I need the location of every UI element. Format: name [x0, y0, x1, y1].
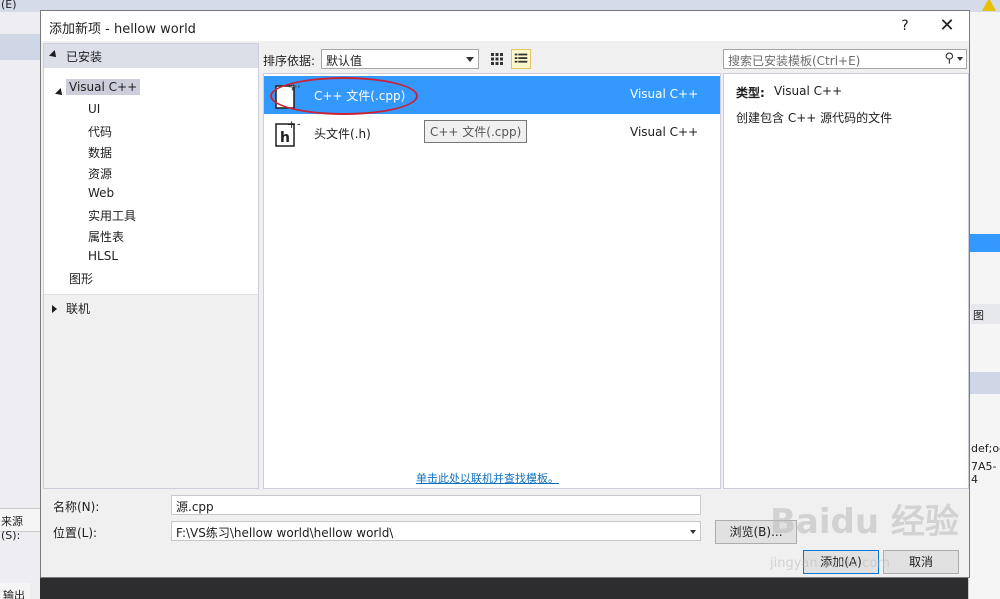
- ide-toolbar: [0, 34, 40, 60]
- watermark-logo: Baidu 经验: [770, 502, 959, 542]
- close-button[interactable]: ✕: [933, 14, 961, 38]
- baidu-watermark: Baidu 经验 jingyan.baidu.com: [770, 488, 990, 588]
- svg-text:++: ++: [287, 118, 300, 131]
- installed-header[interactable]: 已安装: [44, 44, 258, 68]
- type-label: 类型:: [736, 86, 765, 100]
- ide-right-selection: [969, 234, 1000, 252]
- ide-menu-edit[interactable]: (E): [1, 0, 17, 11]
- template-language: Visual C++: [630, 125, 699, 139]
- sort-dropdown[interactable]: 默认值: [321, 49, 479, 69]
- location-value: F:\VS练习\hellow world\hellow world\: [176, 526, 394, 540]
- type-value: Visual C++: [774, 84, 843, 98]
- ide-left-strip: 来源(S): 输出: [0, 12, 40, 599]
- annotation-circle: [270, 77, 418, 115]
- ide-right-text2: 7A5-4: [971, 460, 997, 486]
- search-placeholder: 搜索已安装模板(Ctrl+E): [728, 54, 861, 68]
- help-button[interactable]: ?: [893, 16, 917, 36]
- name-field[interactable]: 源.cpp: [171, 495, 701, 515]
- chevron-down-icon: [466, 57, 474, 62]
- tree-item-hlsl[interactable]: HLSL: [88, 249, 118, 263]
- dialog-titlebar[interactable]: 添加新项 - hellow world ? ✕: [41, 11, 969, 41]
- template-cpp-file[interactable]: ++ C++ 文件(.cpp) Visual C++: [264, 76, 720, 115]
- chevron-down-icon[interactable]: [690, 530, 696, 534]
- template-description: 创建包含 C++ 源代码的文件: [736, 111, 893, 125]
- chevron-down-icon[interactable]: [957, 57, 963, 61]
- grid-view-icon[interactable]: [487, 49, 507, 69]
- sort-value: 默认值: [326, 54, 363, 68]
- category-tree: 已安装 Visual C++ UI 代码 数据 资源 Web 实用工具 属性表 …: [43, 43, 259, 489]
- online-templates-link[interactable]: 单击此处以联机并查找模板。: [416, 470, 559, 486]
- tree-item-graphics[interactable]: 图形: [69, 270, 93, 287]
- dialog-title: 添加新项 - hellow world: [49, 22, 196, 37]
- location-label: 位置(L):: [53, 526, 98, 540]
- details-pane: 类型: Visual C++ 创建包含 C++ 源代码的文件: [723, 73, 969, 489]
- tree-item-web[interactable]: Web: [88, 186, 114, 200]
- search-icon[interactable]: ⚲: [944, 51, 954, 66]
- name-value: 源.cpp: [176, 500, 214, 514]
- location-field[interactable]: F:\VS练习\hellow world\hellow world\: [171, 521, 701, 541]
- search-input[interactable]: 搜索已安装模板(Ctrl+E) ⚲: [723, 49, 967, 69]
- tree-item-property-sheet[interactable]: 属性表: [88, 228, 124, 245]
- ide-output-tab[interactable]: 输出: [0, 583, 30, 599]
- tree-item-utility[interactable]: 实用工具: [88, 207, 136, 224]
- watermark-url: jingyan.baidu.com: [770, 556, 890, 571]
- ide-source-label: 来源(S):: [0, 508, 40, 542]
- template-tooltip: C++ 文件(.cpp): [424, 120, 528, 143]
- left-pane-lower: 联机: [44, 294, 258, 488]
- svg-text:h: h: [280, 130, 290, 146]
- ide-right-text1: def;oc: [971, 442, 1000, 455]
- ide-right-tab[interactable]: 图: [971, 304, 1000, 324]
- ide-right-bar: [969, 372, 1000, 394]
- header-file-icon: h ++: [275, 118, 300, 147]
- tree-item-ui[interactable]: UI: [88, 102, 100, 116]
- expand-triangle-icon[interactable]: [49, 50, 59, 60]
- tree-item-resource[interactable]: 资源: [88, 165, 112, 182]
- expand-triangle-icon[interactable]: [55, 88, 65, 98]
- name-label: 名称(N):: [53, 500, 100, 514]
- installed-label: 已安装: [66, 50, 103, 64]
- template-language: Visual C++: [630, 87, 699, 101]
- tree-item-online[interactable]: 联机: [66, 300, 90, 317]
- sort-label: 排序依据:: [263, 54, 316, 68]
- template-list: ++ C++ 文件(.cpp) Visual C++ h ++ 头文件(.h) …: [263, 73, 721, 489]
- tree-item-visual-cpp[interactable]: Visual C++: [66, 79, 141, 95]
- template-name: 头文件(.h): [314, 127, 371, 141]
- tree-item-data[interactable]: 数据: [88, 144, 112, 161]
- tree-item-code[interactable]: 代码: [88, 123, 112, 140]
- collapse-triangle-icon[interactable]: [52, 305, 57, 313]
- list-view-icon[interactable]: [511, 49, 531, 69]
- warning-icon[interactable]: [982, 0, 996, 11]
